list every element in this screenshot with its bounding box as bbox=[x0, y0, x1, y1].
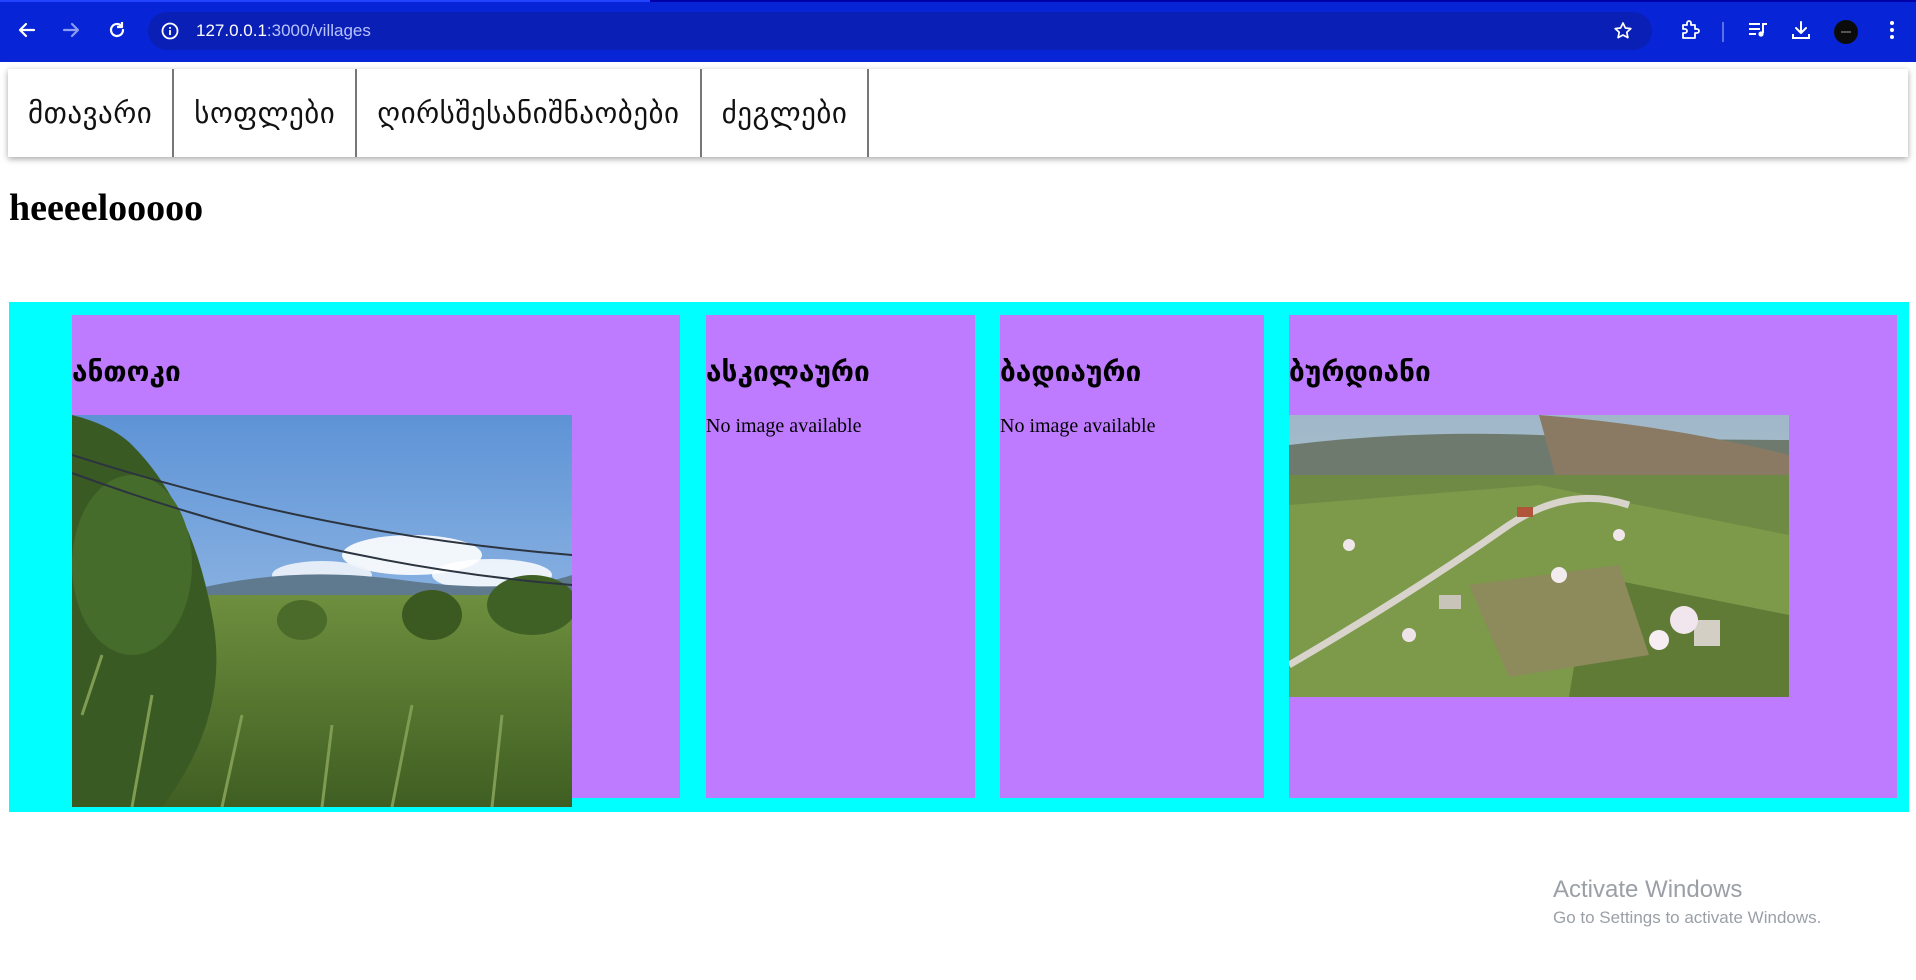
watermark-title: Activate Windows bbox=[1553, 876, 1743, 903]
download-icon[interactable] bbox=[1786, 15, 1816, 45]
reload-icon[interactable] bbox=[102, 15, 132, 45]
page-title: heeeelooooo bbox=[9, 187, 204, 229]
url-text[interactable]: 127.0.0.1:3000/villages bbox=[196, 21, 371, 41]
nav-item-sights[interactable]: ღირსშესანიშნაობები bbox=[357, 69, 702, 157]
back-icon[interactable] bbox=[12, 15, 42, 45]
village-name: ბურდიანი bbox=[1289, 355, 1431, 388]
nav-item-home[interactable]: მთავარი bbox=[8, 69, 175, 157]
no-image-text: No image available bbox=[1000, 415, 1156, 437]
activate-windows-watermark: Activate Windows Go to Settings to activ… bbox=[1553, 876, 1821, 928]
nav-item-villages[interactable]: სოფლები bbox=[174, 69, 358, 157]
nav-item-monuments[interactable]: ძეგლები bbox=[702, 69, 870, 157]
browser-toolbar: 127.0.0.1:3000/villages bbox=[0, 0, 1916, 62]
more-menu-icon[interactable] bbox=[1877, 15, 1907, 45]
village-photo bbox=[72, 415, 572, 807]
bookmark-star-icon[interactable] bbox=[1612, 20, 1634, 42]
watermark-subtitle: Go to Settings to activate Windows. bbox=[1553, 908, 1822, 927]
village-card[interactable]: ბურდიანი bbox=[1289, 315, 1897, 798]
village-name: ბადიაური bbox=[1000, 355, 1142, 388]
main-nav: მთავარი სოფლები ღირსშესანიშნაობები ძეგლე… bbox=[8, 69, 1908, 157]
site-info-icon[interactable] bbox=[160, 21, 180, 41]
village-grid: ანთოკი ასკილაური No image available ბადი… bbox=[9, 302, 1909, 812]
village-card[interactable]: ასკილაური No image available bbox=[706, 315, 975, 798]
village-photo bbox=[1289, 415, 1789, 697]
profile-avatar[interactable] bbox=[1834, 20, 1858, 44]
url-host: 127.0.0.1 bbox=[196, 21, 267, 40]
village-card[interactable]: ანთოკი bbox=[72, 315, 680, 807]
toolbar-divider bbox=[1722, 22, 1724, 42]
media-control-icon[interactable] bbox=[1743, 15, 1773, 45]
loading-bar bbox=[0, 0, 650, 2]
url-path: :3000/villages bbox=[266, 21, 371, 40]
village-name: ანთოკი bbox=[72, 355, 181, 388]
village-name: ასკილაური bbox=[706, 355, 870, 388]
forward-icon[interactable] bbox=[56, 15, 86, 45]
address-bar[interactable]: 127.0.0.1:3000/villages bbox=[148, 12, 1652, 50]
village-card[interactable]: ბადიაური No image available bbox=[1000, 315, 1264, 798]
no-image-text: No image available bbox=[706, 415, 862, 437]
extensions-icon[interactable] bbox=[1675, 15, 1705, 45]
